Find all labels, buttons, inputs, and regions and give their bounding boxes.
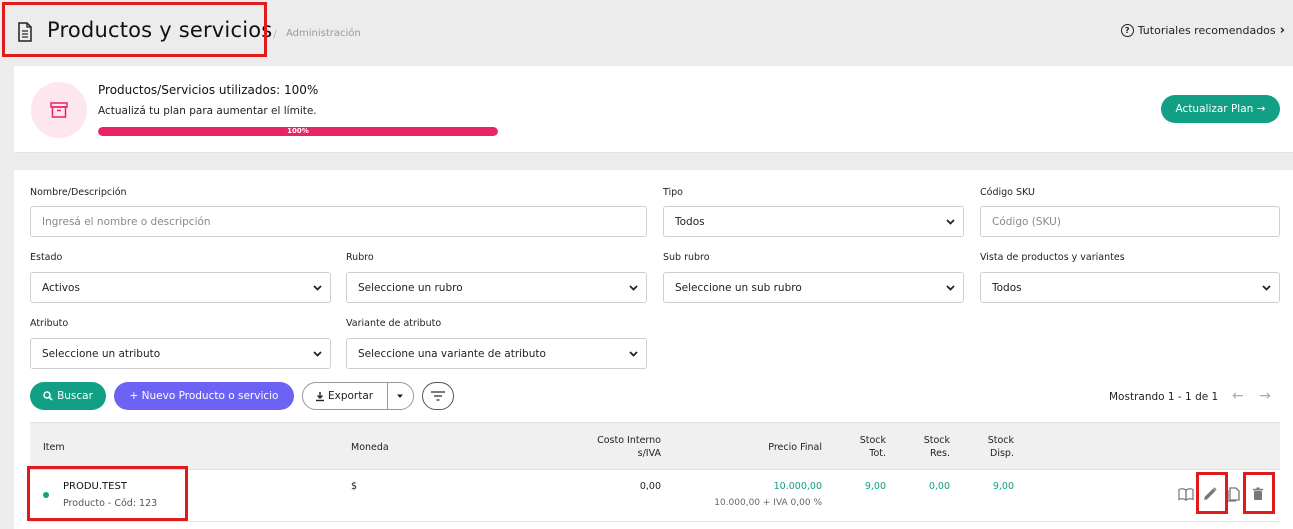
item-moneda: $ — [351, 481, 358, 492]
atributo-select-value: Seleccione un atributo — [42, 347, 161, 360]
plan-progress-label: 100% — [287, 127, 309, 135]
chevron-down-icon — [313, 285, 322, 291]
col-costo-line1: Costo Interno — [597, 435, 661, 446]
tipo-select-value: Todos — [675, 215, 705, 228]
subrubro-select[interactable]: Seleccione un sub rubro — [663, 272, 964, 303]
search-button[interactable]: Buscar — [30, 382, 106, 410]
col-stock-tot-line2: Tot. — [869, 448, 886, 459]
prev-page-icon[interactable]: ← — [1232, 388, 1244, 404]
chevron-down-icon — [946, 219, 955, 225]
vista-filter-label: Vista de productos y variantes — [980, 252, 1125, 263]
col-stock-res-line2: Res. — [930, 448, 950, 459]
col-stock-disp: Stock Disp. — [968, 434, 1014, 460]
table-header: Item Moneda Costo Interno s/IVA Precio F… — [30, 422, 1280, 470]
filters-panel: Nombre/Descripción Tipo Todos Código SKU… — [14, 170, 1293, 529]
name-filter-field[interactable] — [30, 206, 647, 237]
chevron-right-icon: › — [1279, 23, 1285, 38]
caret-down-icon[interactable] — [396, 392, 404, 400]
item-stock-tot: 9,00 — [864, 481, 886, 492]
download-icon — [316, 391, 324, 401]
col-costo: Costo Interno s/IVA — [560, 434, 661, 460]
plan-progress-bar: 100% — [98, 127, 498, 136]
variante-select[interactable]: Seleccione una variante de atributo — [346, 338, 647, 369]
col-stock-res: Stock Res. — [904, 434, 950, 460]
estado-select[interactable]: Activos — [30, 272, 331, 303]
sku-filter-field[interactable] — [980, 206, 1280, 237]
next-page-icon[interactable]: → — [1259, 388, 1271, 404]
item-stock-res: 0,00 — [928, 481, 950, 492]
breadcrumb[interactable]: Administración — [286, 28, 361, 39]
book-open-icon[interactable] — [1178, 486, 1194, 502]
item-detail: Producto - Cód: 123 — [63, 498, 158, 509]
page-title: Productos y servicios — [47, 18, 273, 42]
chevron-down-icon — [629, 351, 638, 357]
filter-lines-icon — [431, 391, 445, 401]
vista-select-value: Todos — [992, 281, 1022, 294]
table-row[interactable]: PRODU.TEST Producto - Cód: 123 $ 0,00 10… — [30, 470, 1280, 522]
search-icon — [43, 391, 53, 401]
trash-icon[interactable] — [1250, 486, 1266, 502]
atributo-filter-label: Atributo — [30, 318, 69, 329]
item-name[interactable]: PRODU.TEST — [63, 481, 127, 492]
sku-filter-label: Código SKU — [980, 187, 1035, 198]
breadcrumb-separator: / — [273, 28, 277, 41]
item-stock-disp: 9,00 — [992, 481, 1014, 492]
paging-text: Mostrando 1 - 1 de 1 — [1109, 391, 1219, 403]
variante-select-value: Seleccione una variante de atributo — [358, 347, 546, 360]
item-precio-detalle: 10.000,00 + IVA 0,00 % — [714, 498, 822, 508]
name-filter-label: Nombre/Descripción — [30, 187, 127, 198]
tutorials-link[interactable]: ? Tutoriales recomendados › — [1120, 23, 1285, 38]
filter-toggle-button[interactable] — [422, 382, 454, 410]
sku-filter-input[interactable] — [992, 215, 1279, 228]
subrubro-select-value: Seleccione un sub rubro — [675, 281, 802, 294]
col-stock-disp-line1: Stock — [987, 435, 1014, 446]
name-filter-input[interactable] — [42, 215, 646, 228]
chevron-down-icon — [1262, 285, 1271, 291]
estado-filter-label: Estado — [30, 252, 63, 263]
col-stock-tot: Stock Tot. — [840, 434, 886, 460]
export-divider — [387, 383, 388, 409]
tipo-filter-label: Tipo — [663, 187, 683, 198]
col-costo-line2: s/IVA — [637, 448, 661, 459]
plan-icon-circle — [31, 82, 87, 138]
plan-usage-subtitle: Actualizá tu plan para aumentar el límit… — [98, 105, 317, 117]
col-stock-res-line1: Stock — [923, 435, 950, 446]
variante-filter-label: Variante de atributo — [346, 318, 442, 329]
search-button-label: Buscar — [57, 390, 93, 402]
tutorials-label: Tutoriales recomendados — [1137, 24, 1276, 37]
vista-select[interactable]: Todos — [980, 272, 1280, 303]
question-circle-icon: ? — [1120, 24, 1134, 37]
item-costo: 0,00 — [639, 481, 661, 492]
rubro-filter-label: Rubro — [346, 252, 374, 263]
export-button-label: Exportar — [328, 390, 374, 402]
document-icon — [18, 22, 32, 42]
rubro-select[interactable]: Seleccione un rubro — [346, 272, 647, 303]
archive-box-icon — [50, 102, 68, 118]
edit-pencil-icon[interactable] — [1202, 486, 1218, 502]
col-moneda: Moneda — [351, 442, 389, 453]
item-precio: 10.000,00 — [773, 481, 822, 492]
page-header: Productos y servicios / Administración ?… — [0, 0, 1293, 64]
atributo-select[interactable]: Seleccione un atributo — [30, 338, 331, 369]
tipo-select[interactable]: Todos — [663, 206, 964, 237]
col-stock-disp-line2: Disp. — [990, 448, 1014, 459]
copy-icon[interactable] — [1226, 486, 1242, 502]
export-button[interactable]: Exportar — [302, 382, 414, 410]
plan-usage-title: Productos/Servicios utilizados: 100% — [98, 83, 319, 97]
chevron-down-icon — [629, 285, 638, 291]
new-product-button[interactable]: + Nuevo Producto o servicio — [114, 382, 294, 410]
col-precio: Precio Final — [768, 442, 822, 453]
col-stock-tot-line1: Stock — [859, 435, 886, 446]
update-plan-button[interactable]: Actualizar Plan → — [1161, 95, 1280, 123]
col-item: Item — [43, 442, 65, 453]
status-dot — [43, 492, 49, 498]
chevron-down-icon — [313, 351, 322, 357]
subrubro-filter-label: Sub rubro — [663, 252, 710, 263]
chevron-down-icon — [946, 285, 955, 291]
estado-select-value: Activos — [42, 281, 80, 294]
plan-usage-card: Productos/Servicios utilizados: 100% Act… — [14, 66, 1293, 153]
rubro-select-value: Seleccione un rubro — [358, 281, 463, 294]
